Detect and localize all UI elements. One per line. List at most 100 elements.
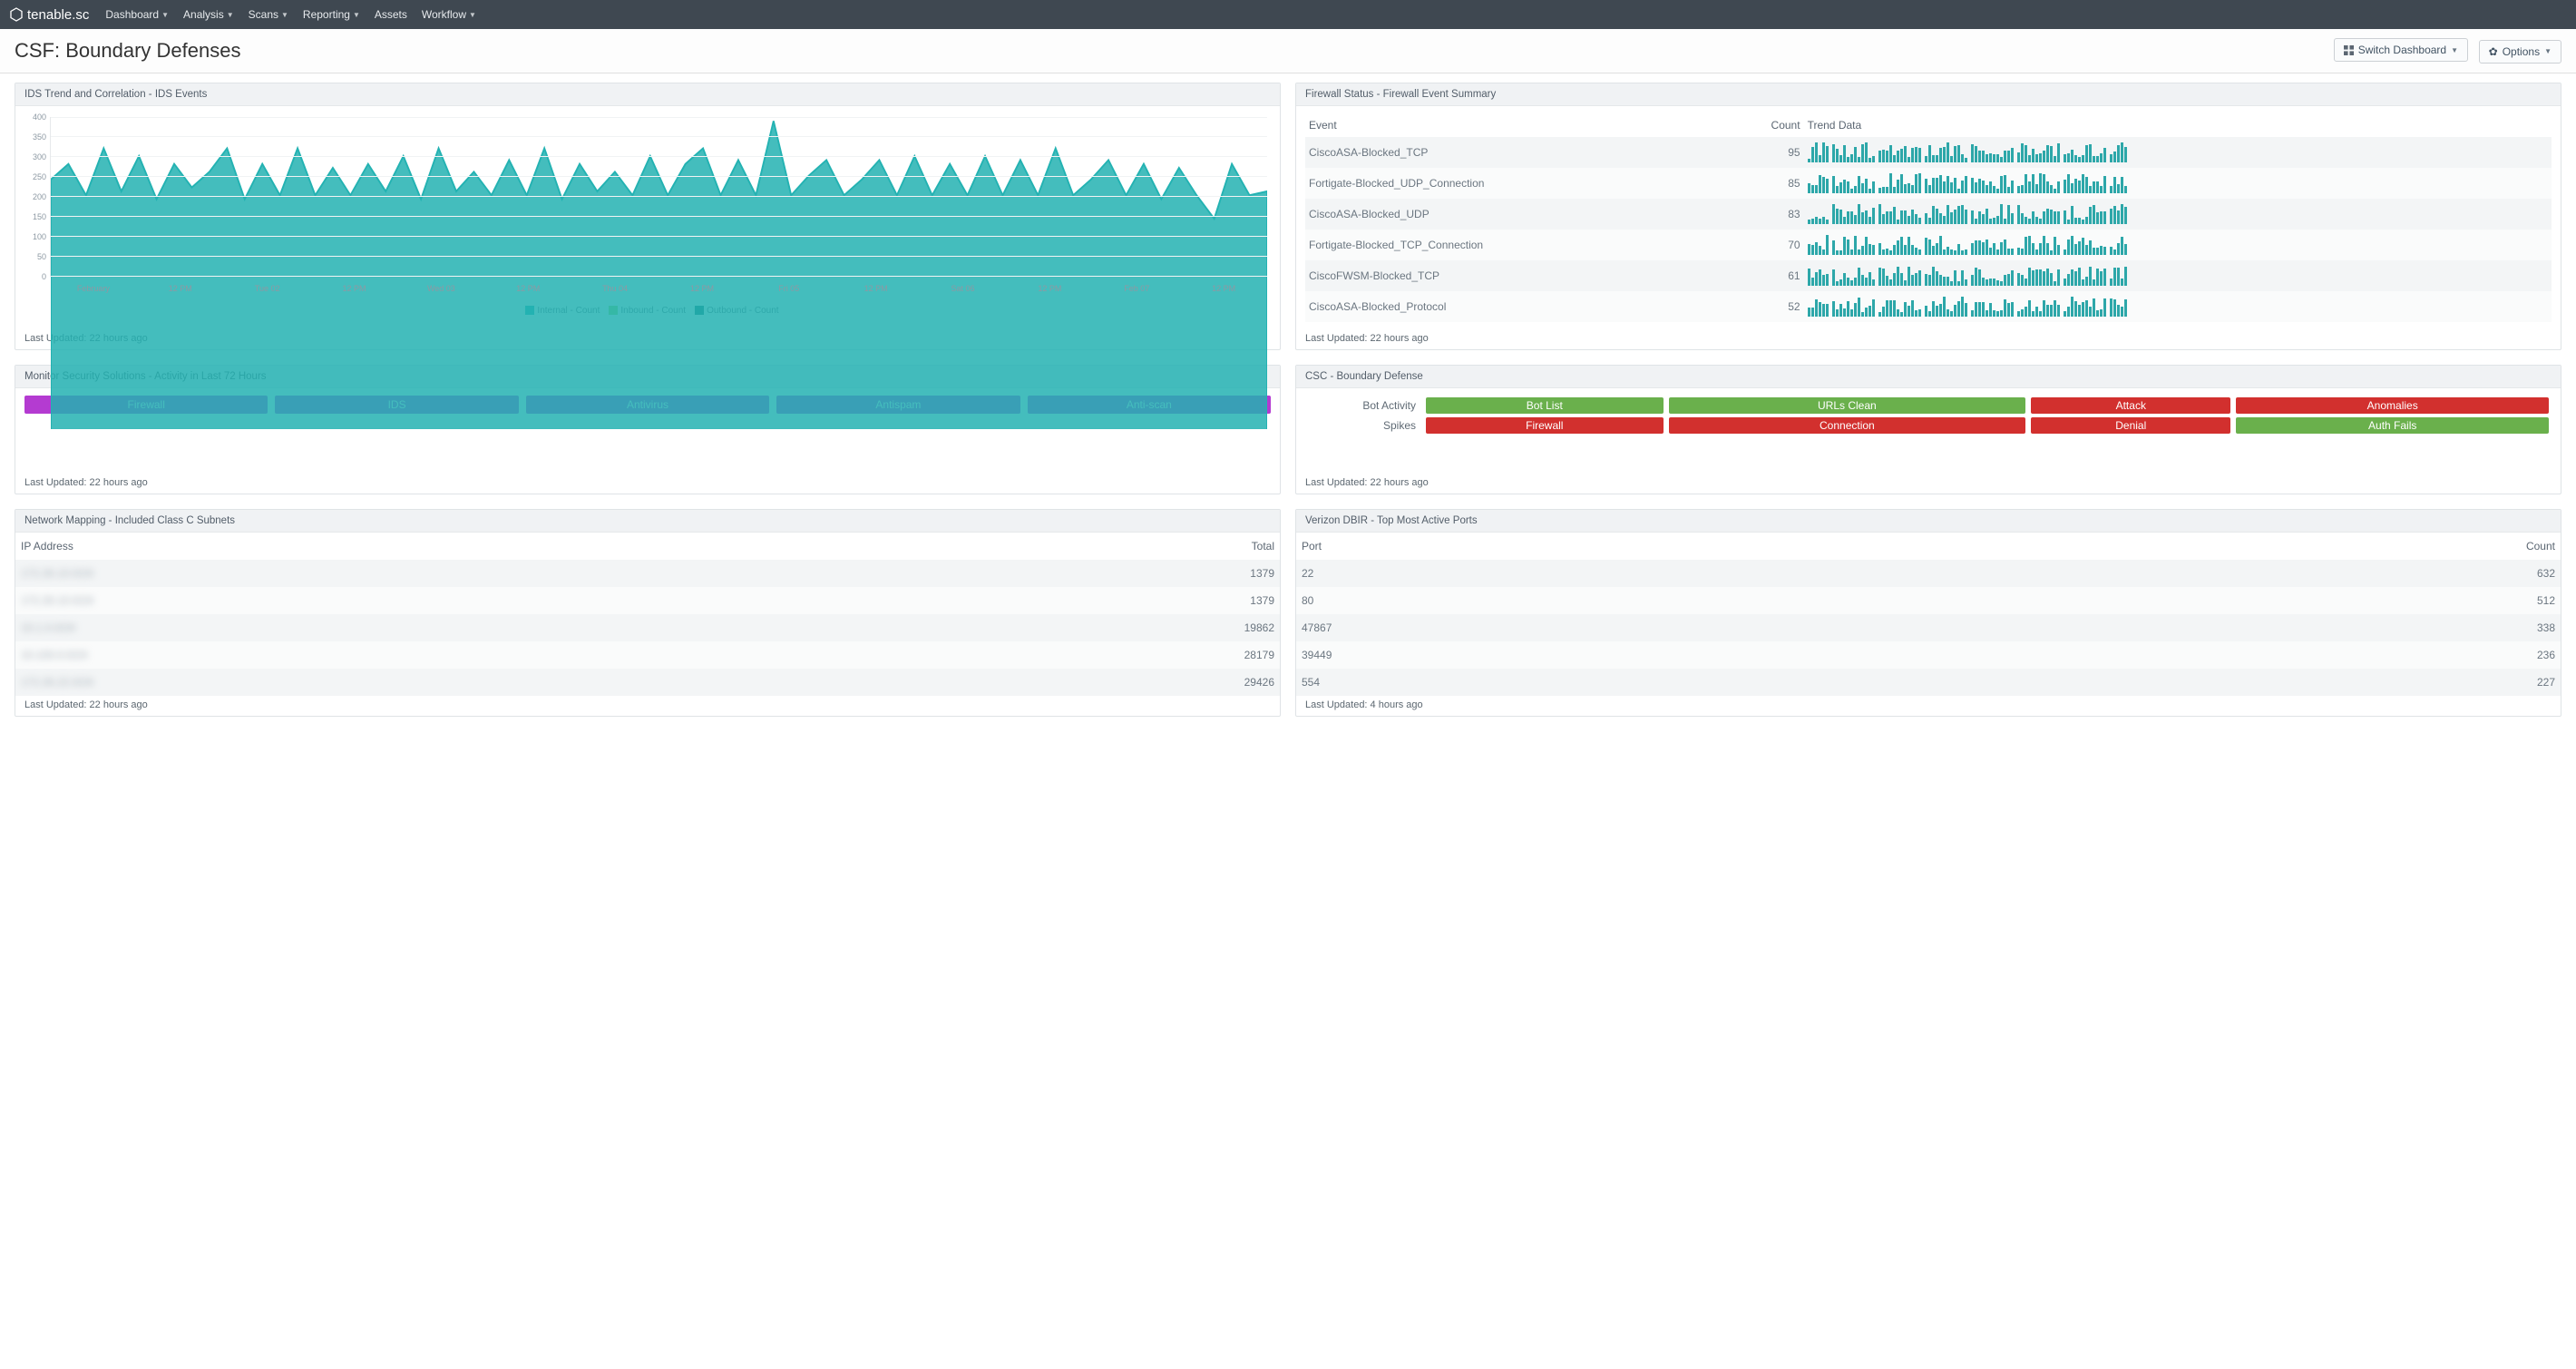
- table-row[interactable]: 10.1.0.0/2419862: [15, 614, 1280, 641]
- ports-table: Port Count 22632805124786733839449236554…: [1296, 533, 2561, 696]
- page-title: CSF: Boundary Defenses: [15, 39, 240, 63]
- title-bar: CSF: Boundary Defenses Switch Dashboard …: [0, 29, 2576, 73]
- csc-chip[interactable]: URLs Clean: [1669, 397, 2026, 414]
- cell-total: 1379: [863, 560, 1280, 587]
- col-ip: IP Address: [15, 533, 863, 560]
- panel-body: Bot ActivityBot ListURLs CleanAttackAnom…: [1296, 388, 2561, 474]
- chevron-down-icon: ▼: [2544, 47, 2552, 55]
- cell-count: 512: [1937, 587, 2561, 614]
- x-tick: 12 PM: [484, 284, 571, 293]
- col-port: Port: [1296, 533, 1937, 560]
- table-row[interactable]: Fortigate-Blocked_TCP_Connection70: [1305, 230, 2552, 260]
- col-total: Total: [863, 533, 1280, 560]
- csc-chip[interactable]: Bot List: [1426, 397, 1664, 414]
- cell-count: 338: [1937, 614, 2561, 641]
- cell-trend: [1804, 137, 2552, 168]
- cell-ip: 172.26.22.0/24: [15, 669, 863, 696]
- cell-ip: 172.26.10.0/24: [15, 560, 863, 587]
- cell-trend: [1804, 199, 2552, 230]
- y-tick: 0: [24, 272, 46, 281]
- table-row[interactable]: 10.100.0.0/2428179: [15, 641, 1280, 669]
- chevron-down-icon: ▼: [2451, 46, 2458, 54]
- chevron-down-icon: ▼: [353, 11, 360, 19]
- csc-chip[interactable]: Denial: [2031, 417, 2230, 434]
- table-row[interactable]: CiscoASA-Blocked_UDP83: [1305, 199, 2552, 230]
- dashboard-grid: IDS Trend and Correlation - IDS Events 0…: [0, 73, 2576, 726]
- grid-icon: [2344, 45, 2354, 55]
- brand-logo[interactable]: tenable.sc: [9, 7, 89, 23]
- panel-title: Firewall Status - Firewall Event Summary: [1296, 83, 2561, 106]
- csc-table: Bot ActivityBot ListURLs CleanAttackAnom…: [1305, 396, 2552, 435]
- nav-item-analysis[interactable]: Analysis▼: [183, 8, 234, 21]
- cell-trend: [1804, 230, 2552, 260]
- cell-trend: [1804, 168, 2552, 199]
- x-tick: 12 PM: [1006, 284, 1093, 293]
- firewall-table: Event Count Trend Data CiscoASA-Blocked_…: [1305, 113, 2552, 322]
- col-count: Count: [1937, 533, 2561, 560]
- y-tick: 50: [24, 252, 46, 261]
- panel-title: CSC - Boundary Defense: [1296, 366, 2561, 388]
- panel-ids-trend: IDS Trend and Correlation - IDS Events 0…: [15, 83, 1281, 350]
- brand-name: tenable.sc: [27, 7, 89, 23]
- table-row[interactable]: CiscoASA-Blocked_Protocol52: [1305, 291, 2552, 322]
- panel-csc-boundary: CSC - Boundary Defense Bot ActivityBot L…: [1295, 365, 2561, 494]
- table-row[interactable]: 172.26.22.0/2429426: [15, 669, 1280, 696]
- table-row[interactable]: 39449236: [1296, 641, 2561, 669]
- cell-event: CiscoFWSM-Blocked_TCP: [1305, 260, 1704, 291]
- csc-row-label: Spikes: [1305, 416, 1423, 435]
- top-nav: tenable.sc Dashboard▼ Analysis▼ Scans▼ Repo…: [0, 0, 2576, 29]
- csc-chip[interactable]: Firewall: [1426, 417, 1664, 434]
- cell-count: 85: [1704, 168, 1804, 199]
- csc-row: SpikesFirewall Connection Denial Auth Fails: [1305, 416, 2552, 435]
- panel-active-ports: Verizon DBIR - Top Most Active Ports Por…: [1295, 509, 2561, 717]
- csc-row: Bot ActivityBot ListURLs CleanAttackAnom…: [1305, 396, 2552, 416]
- sparkline: [1808, 266, 2548, 286]
- cell-count: 83: [1704, 199, 1804, 230]
- switch-dashboard-button[interactable]: Switch Dashboard ▼: [2334, 38, 2468, 62]
- nav-item-assets[interactable]: Assets: [375, 8, 407, 21]
- cell-trend: [1804, 260, 2552, 291]
- x-tick: 12 PM: [1180, 284, 1267, 293]
- subnet-table: IP Address Total 172.26.10.0/241379172.2…: [15, 533, 1280, 696]
- table-row[interactable]: CiscoFWSM-Blocked_TCP61: [1305, 260, 2552, 291]
- cell-total: 28179: [863, 641, 1280, 669]
- cell-event: Fortigate-Blocked_UDP_Connection: [1305, 168, 1704, 199]
- table-row[interactable]: 554227: [1296, 669, 2561, 696]
- cell-count: 227: [1937, 669, 2561, 696]
- nav-items: Dashboard▼ Analysis▼ Scans▼ Reporting▼ Asset…: [105, 8, 476, 21]
- sparkline: [1808, 297, 2548, 317]
- table-row[interactable]: Fortigate-Blocked_UDP_Connection85: [1305, 168, 2552, 199]
- table-row[interactable]: CiscoASA-Blocked_TCP95: [1305, 137, 2552, 168]
- panel-body: 050100150200250300350400 February12 PMTu…: [15, 106, 1280, 329]
- x-tick: Fri 05: [746, 284, 833, 293]
- nav-item-dashboard[interactable]: Dashboard▼: [105, 8, 169, 21]
- cell-ip: 10.100.0.0/24: [15, 641, 863, 669]
- title-actions: Switch Dashboard ▼ ✿ Options ▼: [2334, 38, 2561, 64]
- cell-total: 19862: [863, 614, 1280, 641]
- ids-area-chart[interactable]: 050100150200250300350400 February12 PMTu…: [24, 113, 1271, 304]
- options-button[interactable]: ✿ Options ▼: [2479, 40, 2561, 64]
- y-tick: 350: [24, 132, 46, 142]
- y-tick: 250: [24, 172, 46, 181]
- chevron-down-icon: ▼: [227, 11, 234, 19]
- table-row[interactable]: 22632: [1296, 560, 2561, 587]
- table-row[interactable]: 172.26.10.0/241379: [15, 560, 1280, 587]
- cell-ip: 172.26.10.0/24: [15, 587, 863, 614]
- table-row[interactable]: 80512: [1296, 587, 2561, 614]
- nav-item-workflow[interactable]: Workflow▼: [422, 8, 476, 21]
- panel-updated: Last Updated: 22 hours ago: [15, 696, 1280, 716]
- table-row[interactable]: 172.26.10.0/241379: [15, 587, 1280, 614]
- y-tick: 400: [24, 112, 46, 122]
- cell-count: 236: [1937, 641, 2561, 669]
- table-row[interactable]: 47867338: [1296, 614, 2561, 641]
- sparkline: [1808, 235, 2548, 255]
- csc-chip[interactable]: Connection: [1669, 417, 2026, 434]
- csc-chip[interactable]: Attack: [2031, 397, 2230, 414]
- nav-item-reporting[interactable]: Reporting▼: [303, 8, 360, 21]
- csc-chip[interactable]: Anomalies: [2236, 397, 2549, 414]
- col-count: Count: [1704, 113, 1804, 137]
- csc-chip[interactable]: Auth Fails: [2236, 417, 2549, 434]
- nav-item-scans[interactable]: Scans▼: [249, 8, 288, 21]
- y-tick: 150: [24, 212, 46, 221]
- cell-event: CiscoASA-Blocked_UDP: [1305, 199, 1704, 230]
